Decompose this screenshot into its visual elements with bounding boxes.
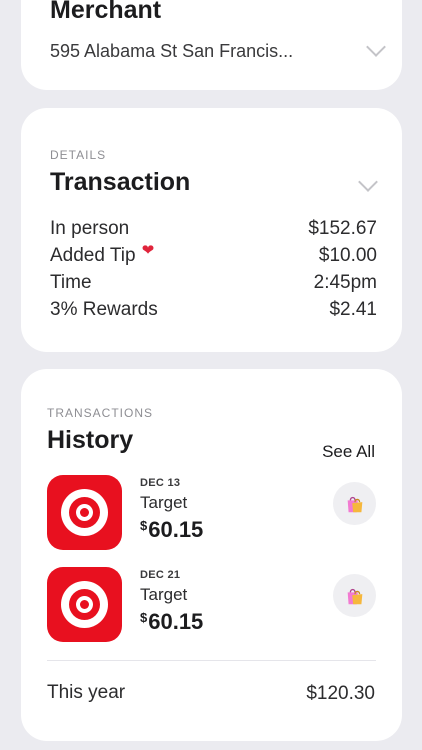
- transaction-amount: $60.15: [140, 609, 204, 634]
- detail-value: 2:45pm: [313, 272, 377, 293]
- detail-label: 3% Rewards: [50, 299, 158, 320]
- chevron-down-icon[interactable]: [366, 37, 386, 57]
- transaction-amount: $60.15: [140, 517, 204, 542]
- detail-row-added-tip: Added Tip ❤ $10.00: [50, 242, 377, 271]
- transactions-eyebrow: TRANSACTIONS: [47, 406, 154, 420]
- history-title: History: [47, 426, 134, 454]
- transaction-item[interactable]: DEC 21 Target $60.15: [47, 567, 376, 643]
- see-all-link[interactable]: See All: [322, 442, 375, 462]
- details-eyebrow: DETAILS: [50, 148, 107, 162]
- detail-row-in-person: In person $152.67: [50, 218, 377, 244]
- transaction-merchant: Target: [140, 493, 188, 512]
- detail-row-time: Time 2:45pm: [50, 272, 377, 298]
- transaction-details-card: DETAILS Transaction In person $152.67 Ad…: [21, 108, 402, 352]
- detail-label: Time: [50, 272, 92, 293]
- shopping-bags-icon[interactable]: [333, 482, 376, 525]
- transaction-item[interactable]: DEC 13 Target $60.15: [47, 475, 376, 551]
- chevron-down-icon[interactable]: [358, 172, 378, 192]
- transaction-title: Transaction: [50, 168, 191, 196]
- this-year-total: $120.30: [306, 683, 375, 704]
- detail-value: $152.67: [308, 218, 377, 239]
- heart-icon: ❤: [141, 242, 155, 259]
- transaction-date: DEC 21: [140, 569, 181, 581]
- transaction-merchant: Target: [140, 585, 188, 604]
- detail-label: In person: [50, 218, 130, 239]
- detail-row-rewards: 3% Rewards $2.41: [50, 299, 377, 325]
- transaction-date: DEC 13: [140, 477, 181, 489]
- merchant-card: Merchant 595 Alabama St San Francis...: [21, 0, 402, 90]
- detail-value: $10.00: [318, 245, 377, 266]
- merchant-address[interactable]: 595 Alabama St San Francis...: [50, 41, 293, 62]
- history-card: TRANSACTIONS History See All DEC 13 Targ…: [21, 369, 402, 741]
- detail-value: $2.41: [329, 299, 377, 320]
- target-logo-icon: [47, 475, 122, 550]
- merchant-title: Merchant: [50, 0, 162, 24]
- shopping-bags-icon[interactable]: [333, 574, 376, 617]
- divider: [47, 660, 376, 661]
- detail-label: Added Tip: [50, 245, 136, 266]
- target-logo-icon: [47, 567, 122, 642]
- this-year-label: This year: [47, 682, 126, 703]
